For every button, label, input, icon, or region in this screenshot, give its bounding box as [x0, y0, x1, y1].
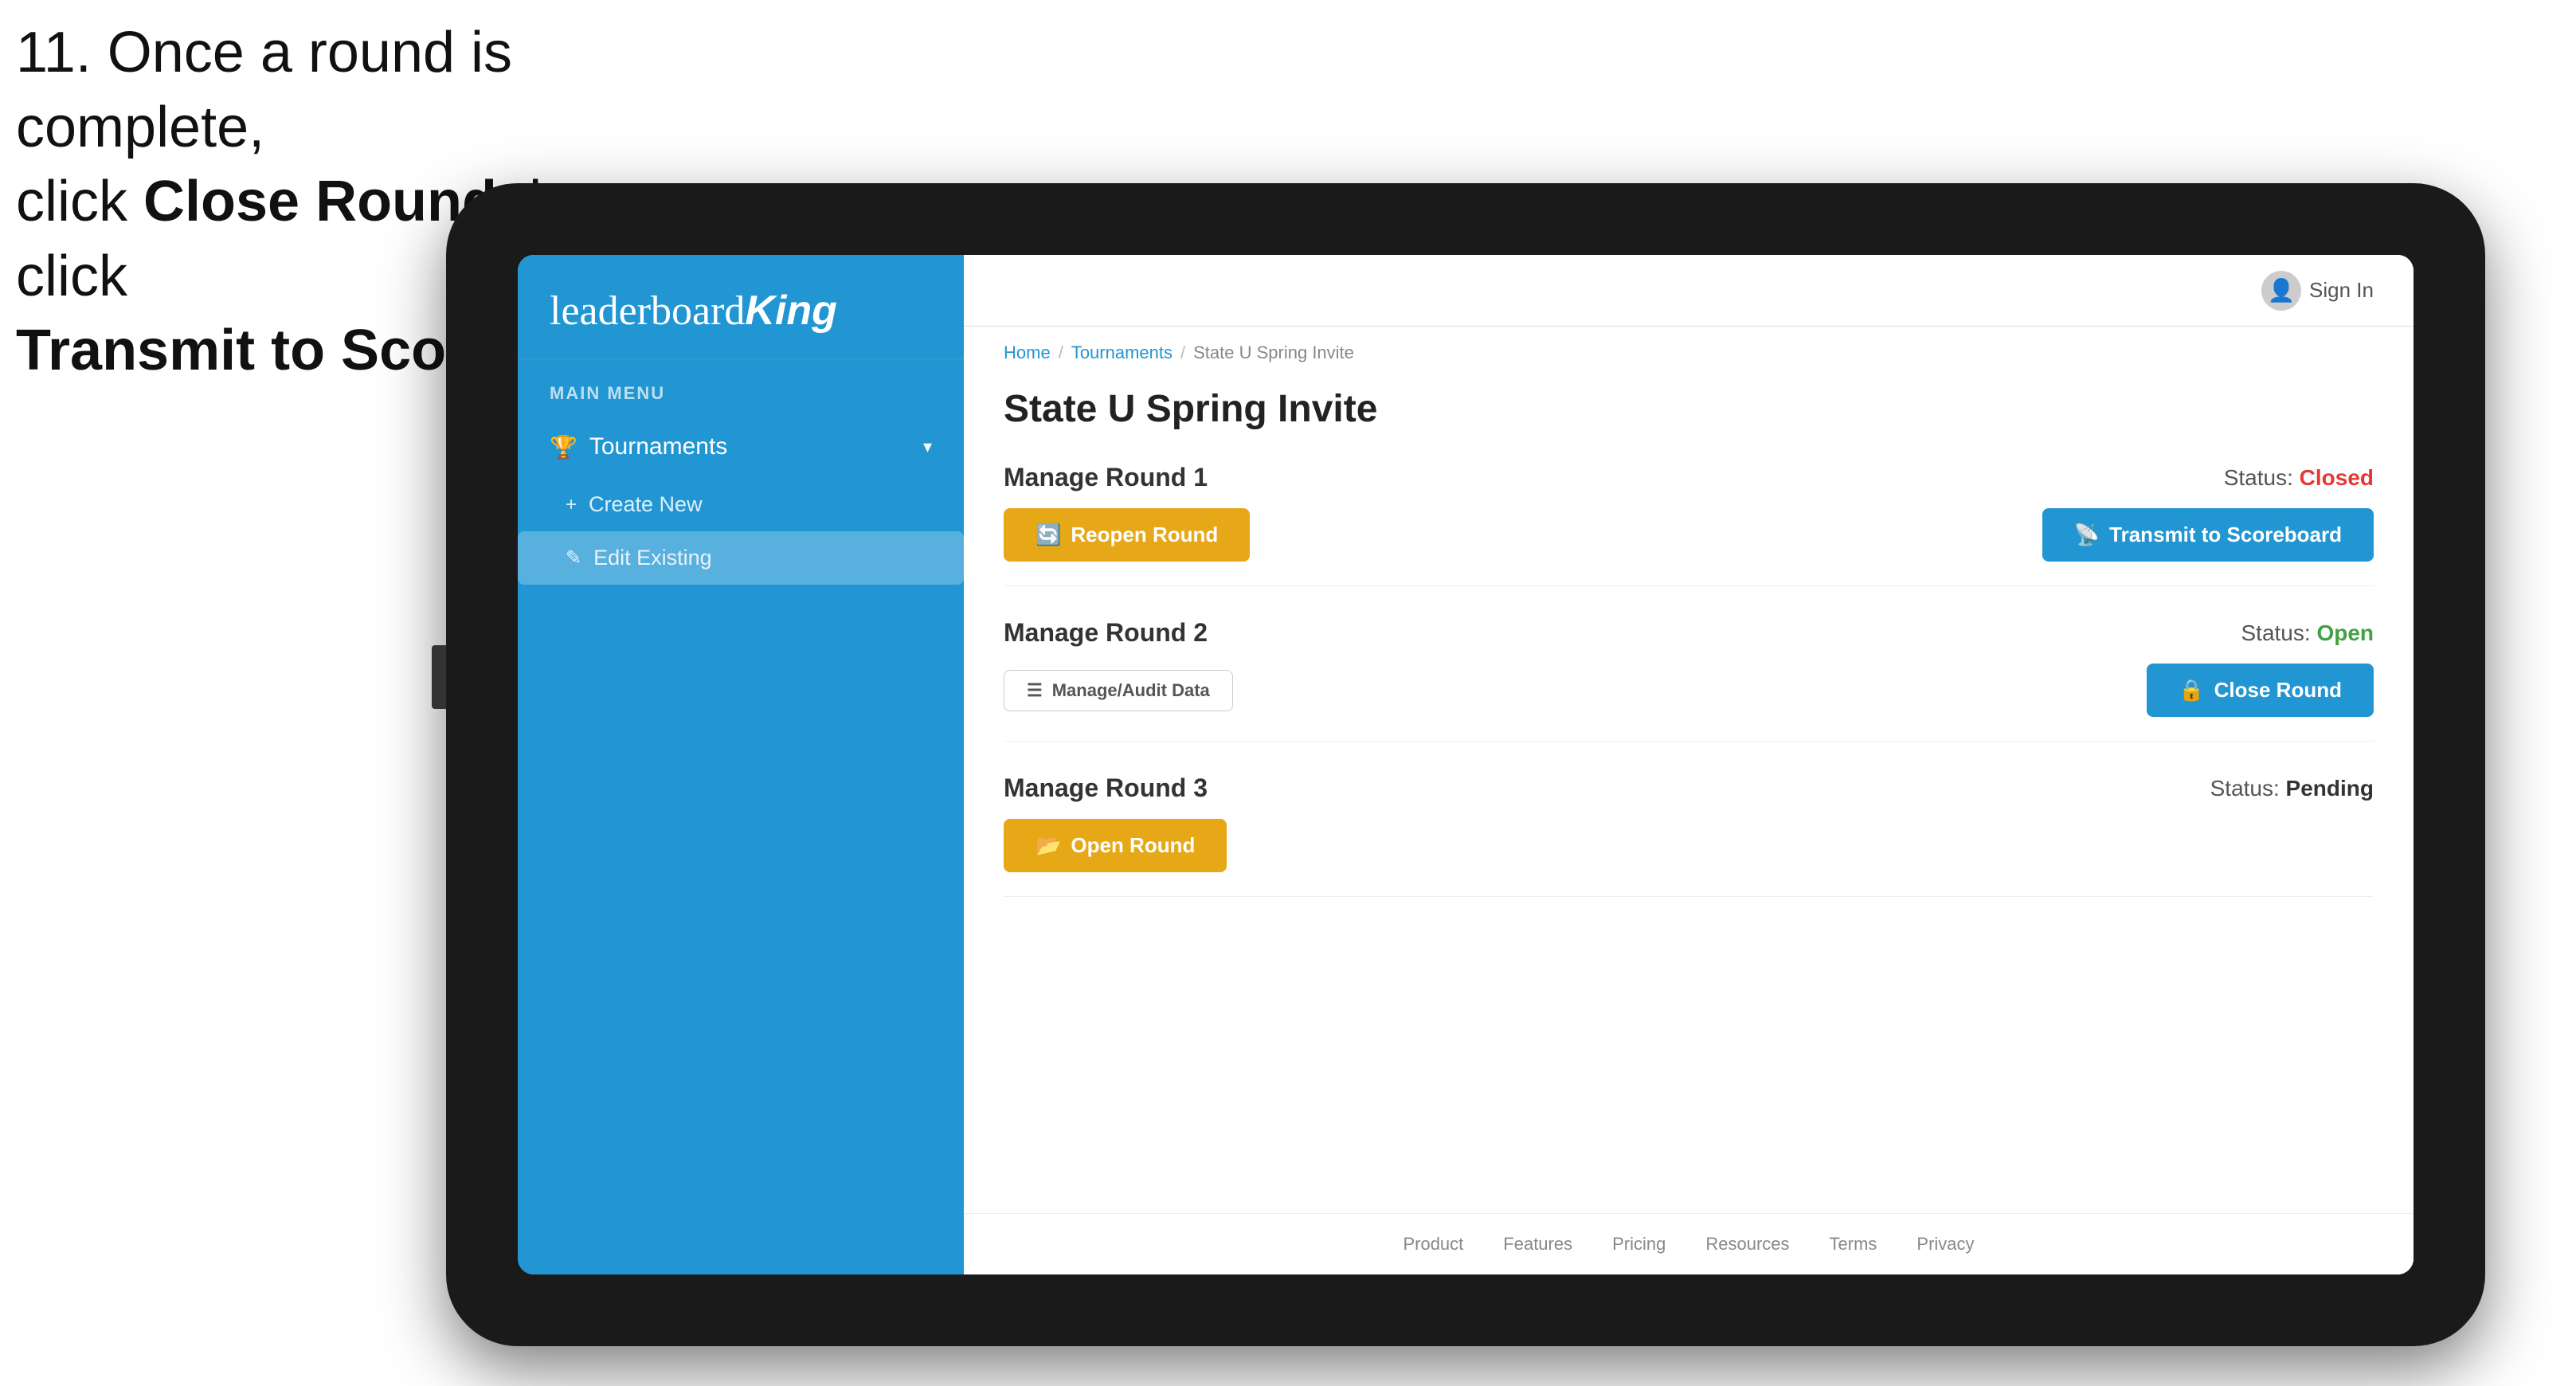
- page-title: State U Spring Invite: [1004, 387, 2374, 431]
- sidebar-item-create-new[interactable]: + Create New: [518, 478, 964, 531]
- round-2-status: Status: Open: [2241, 621, 2374, 646]
- breadcrumb-current: State U Spring Invite: [1193, 343, 1354, 363]
- manage-audit-button[interactable]: ☰ Manage/Audit Data: [1004, 670, 1233, 711]
- footer-product[interactable]: Product: [1403, 1234, 1463, 1255]
- chevron-down-icon: ▾: [923, 437, 932, 457]
- round-3-status: Status: Pending: [2210, 776, 2374, 801]
- footer-privacy[interactable]: Privacy: [1916, 1234, 1974, 1255]
- edit-icon: ✎: [566, 546, 581, 570]
- reopen-round-label: Reopen Round: [1071, 523, 1218, 547]
- transmit-scoreboard-button[interactable]: 📡 Transmit to Scoreboard: [2042, 508, 2374, 562]
- open-round-button[interactable]: 📂 Open Round: [1004, 819, 1227, 872]
- tablet-screen: leaderboardKing MAIN MENU 🏆 Tournaments …: [518, 255, 2414, 1274]
- round-3-status-value: Pending: [2286, 776, 2374, 801]
- breadcrumb-tournaments[interactable]: Tournaments: [1071, 343, 1173, 363]
- round-2-section: Manage Round 2 Status: Open ☰ Manage/Aud…: [1004, 618, 2374, 742]
- round-1-title: Manage Round 1: [1004, 463, 1208, 492]
- footer-terms[interactable]: Terms: [1830, 1234, 1877, 1255]
- plus-icon: +: [566, 494, 577, 516]
- round-2-status-value: Open: [2316, 621, 2374, 645]
- manage-audit-label: Manage/Audit Data: [1052, 680, 1210, 701]
- round-1-header: Manage Round 1 Status: Closed: [1004, 463, 2374, 492]
- reopen-icon: 🔄: [1035, 523, 1061, 547]
- reopen-round-button[interactable]: 🔄 Reopen Round: [1004, 508, 1250, 562]
- close-round-button[interactable]: 🔒 Close Round: [2147, 664, 2374, 717]
- round-3-section: Manage Round 3 Status: Pending 📂 Open Ro…: [1004, 773, 2374, 897]
- footer-resources[interactable]: Resources: [1705, 1234, 1789, 1255]
- round-1-status: Status: Closed: [2224, 465, 2374, 491]
- page-content: State U Spring Invite Manage Round 1 Sta…: [964, 371, 2414, 1213]
- breadcrumb: Home / Tournaments / State U Spring Invi…: [964, 327, 2414, 371]
- open-round-label: Open Round: [1071, 833, 1195, 858]
- breadcrumb-sep-1: /: [1059, 343, 1063, 363]
- transmit-scoreboard-label: Transmit to Scoreboard: [2109, 523, 2342, 547]
- close-round-label: Close Round: [2214, 678, 2342, 703]
- user-avatar: 👤: [2261, 271, 2301, 311]
- round-1-actions: 🔄 Reopen Round 📡 Transmit to Scoreboard: [1004, 508, 2374, 562]
- round-2-title: Manage Round 2: [1004, 618, 1208, 648]
- sign-in-label: Sign In: [2309, 278, 2374, 303]
- breadcrumb-sep-2: /: [1180, 343, 1185, 363]
- logo-prefix: leaderboard: [550, 288, 745, 334]
- breadcrumb-home[interactable]: Home: [1004, 343, 1051, 363]
- audit-icon: ☰: [1027, 680, 1043, 701]
- trophy-icon: 🏆: [550, 434, 577, 460]
- sidebar: leaderboardKing MAIN MENU 🏆 Tournaments …: [518, 255, 964, 1274]
- footer-pricing[interactable]: Pricing: [1612, 1234, 1666, 1255]
- edit-existing-label: Edit Existing: [593, 546, 712, 570]
- transmit-icon: 📡: [2074, 523, 2100, 547]
- create-new-label: Create New: [589, 492, 703, 517]
- close-icon: 🔒: [2179, 678, 2204, 703]
- round-3-header: Manage Round 3 Status: Pending: [1004, 773, 2374, 803]
- side-button: [432, 645, 446, 709]
- footer-features[interactable]: Features: [1503, 1234, 1572, 1255]
- sidebar-item-edit-existing[interactable]: ✎ Edit Existing: [518, 531, 964, 585]
- footer: Product Features Pricing Resources Terms…: [964, 1213, 2414, 1274]
- main-content: 👤 Sign In Home / Tournaments / State U S…: [964, 255, 2414, 1274]
- menu-label: MAIN MENU: [518, 359, 964, 416]
- round-2-actions: ☰ Manage/Audit Data 🔒 Close Round: [1004, 664, 2374, 717]
- header-bar: 👤 Sign In: [964, 255, 2414, 327]
- round-1-section: Manage Round 1 Status: Closed 🔄 Reopen R…: [1004, 463, 2374, 586]
- open-icon: 📂: [1035, 833, 1061, 858]
- tablet-frame: leaderboardKing MAIN MENU 🏆 Tournaments …: [446, 183, 2485, 1346]
- sidebar-item-tournaments[interactable]: 🏆 Tournaments ▾: [518, 416, 964, 478]
- app-layout: leaderboardKing MAIN MENU 🏆 Tournaments …: [518, 255, 2414, 1274]
- round-3-actions: 📂 Open Round: [1004, 819, 2374, 872]
- round-2-header: Manage Round 2 Status: Open: [1004, 618, 2374, 648]
- round-3-title: Manage Round 3: [1004, 773, 1208, 803]
- sidebar-tournaments-label: Tournaments: [589, 433, 923, 460]
- sign-in-button[interactable]: 👤 Sign In: [2261, 271, 2374, 311]
- logo: leaderboardKing: [518, 255, 964, 359]
- round-1-status-value: Closed: [2300, 465, 2374, 490]
- logo-suffix: King: [745, 288, 837, 334]
